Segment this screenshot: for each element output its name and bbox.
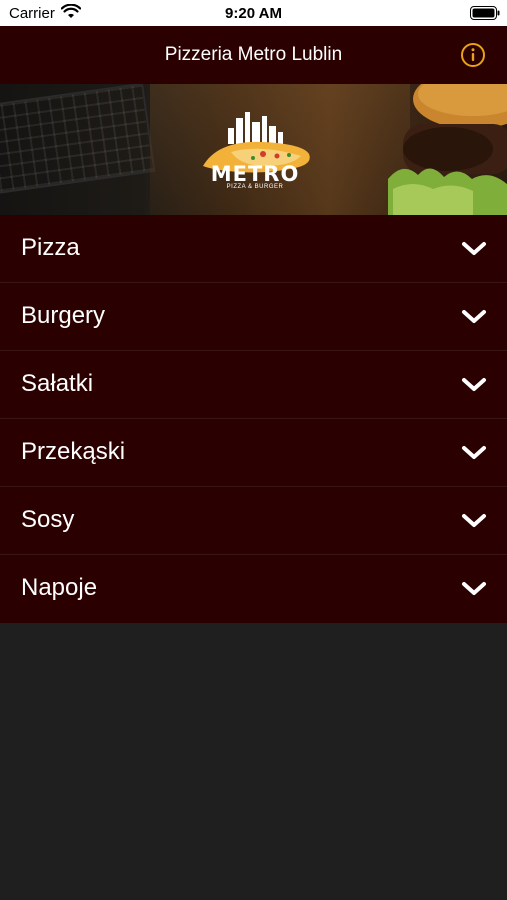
category-item-pizza[interactable]: Pizza: [0, 215, 507, 283]
category-label: Sosy: [21, 506, 75, 533]
hero-banner: METRO PIZZA & BURGER: [0, 84, 507, 215]
clock-label: 9:20 AM: [225, 5, 282, 22]
category-item-burgery[interactable]: Burgery: [0, 283, 507, 351]
category-label: Przekąski: [21, 438, 126, 465]
chevron-down-icon: [462, 242, 486, 255]
category-list: Pizza Burgery Sałatki Przekąski Sosy Nap…: [0, 215, 507, 623]
category-item-salatki[interactable]: Sałatki: [0, 351, 507, 419]
category-label: Sałatki: [21, 370, 94, 397]
category-item-sosy[interactable]: Sosy: [0, 487, 507, 555]
chevron-down-icon: [462, 582, 486, 595]
chevron-down-icon: [462, 310, 486, 323]
chevron-down-icon: [462, 446, 486, 459]
burger-image: [388, 84, 507, 215]
grill-grate-graphic: [0, 84, 156, 196]
battery-icon: [470, 6, 500, 20]
chevron-down-icon: [462, 514, 486, 527]
page-title: Pizzeria Metro Lublin: [164, 44, 343, 65]
status-bar: Carrier 9:20 AM: [0, 0, 507, 26]
logo-wordmark: METRO: [210, 162, 300, 186]
category-item-napoje[interactable]: Napoje: [0, 555, 507, 623]
category-label: Pizza: [21, 234, 80, 261]
info-circle-icon[interactable]: [460, 42, 486, 68]
category-label: Burgery: [21, 302, 106, 329]
navigation-bar: Pizzeria Metro Lublin: [0, 26, 507, 84]
category-label: Napoje: [21, 574, 98, 601]
logo-subtitle: PIZZA & BURGER: [226, 184, 284, 190]
chevron-down-icon: [462, 378, 486, 391]
category-item-przekaski[interactable]: Przekąski: [0, 419, 507, 487]
